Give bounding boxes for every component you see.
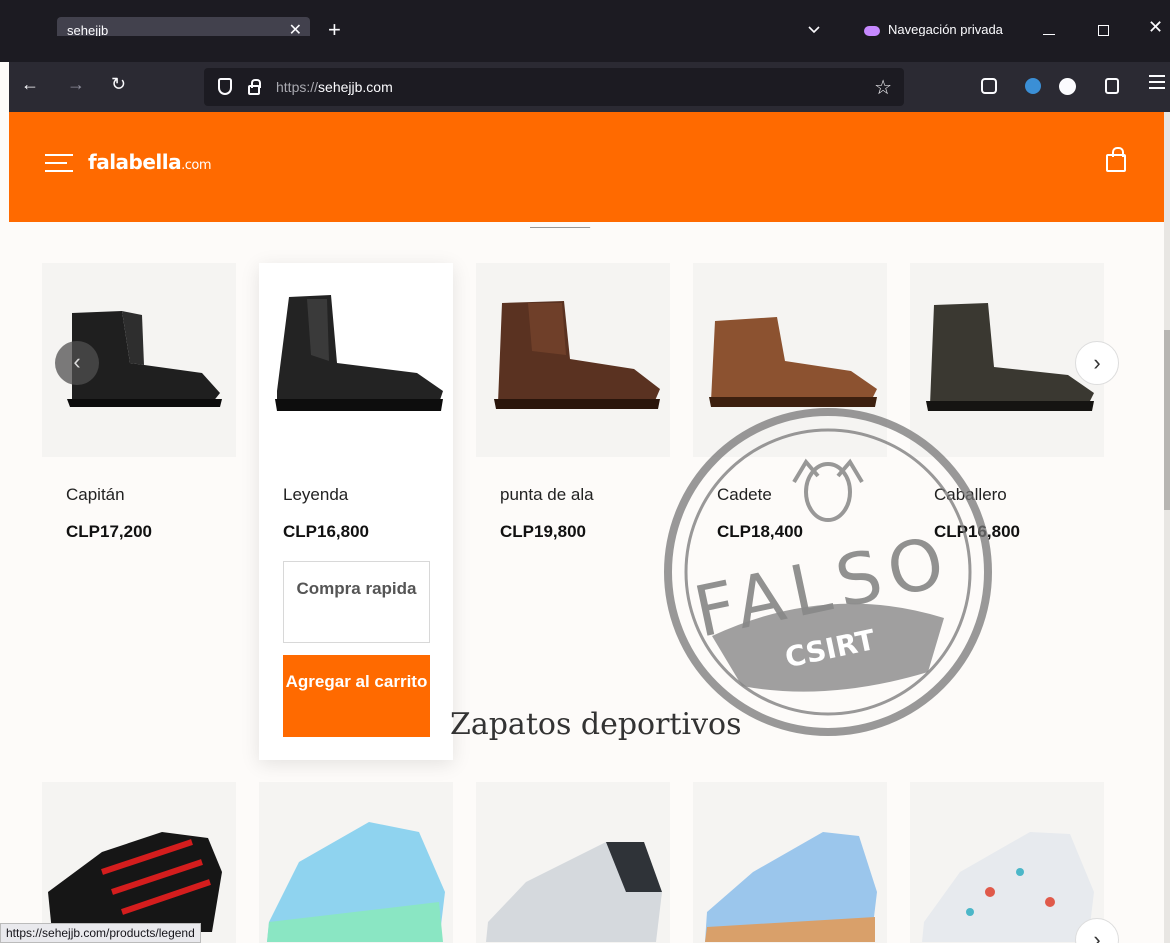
sneaker-image (705, 832, 877, 942)
sneaker-card[interactable] (910, 782, 1104, 943)
product-card-hovered[interactable]: Leyenda CLP16,800 Compra rapida Agregar … (259, 263, 453, 760)
product-price: CLP19,800 (500, 522, 586, 541)
falso-csirt-stamp: FALSO CSIRT (664, 408, 992, 736)
share-icon[interactable] (1105, 78, 1119, 94)
shopping-bag-icon[interactable] (1106, 147, 1126, 172)
browser-navbar: ← → ↻ https://sehejjb.com ☆ (0, 36, 1170, 112)
product-name[interactable]: Leyenda (283, 485, 348, 505)
add-to-cart-button[interactable]: Agregar al carrito (283, 655, 430, 737)
sneaker-card[interactable] (42, 782, 236, 943)
menu-icon[interactable] (1149, 75, 1165, 89)
scrollbar-track[interactable] (1164, 112, 1170, 943)
wingtip-boot-image (494, 301, 660, 409)
reload-icon[interactable]: ↻ (111, 74, 126, 95)
window-close-icon[interactable]: ✕ (1148, 17, 1163, 38)
chelsea-boot-image (275, 295, 443, 411)
product-price: CLP16,800 (283, 522, 369, 541)
sneaker-image (486, 842, 662, 942)
scrollbar-thumb[interactable] (1164, 330, 1170, 510)
tracking-shield-icon[interactable] (218, 78, 232, 95)
section-heading-cut: ▁▁▁ ▁▁▁▁▁ (530, 220, 660, 228)
product-image[interactable] (476, 263, 670, 457)
extension-icon[interactable] (1025, 78, 1041, 94)
site-header: falabella.com (9, 112, 1164, 222)
carousel-prev-button[interactable]: ‹ (55, 341, 99, 385)
quick-buy-button[interactable]: Compra rapida (283, 561, 430, 643)
url-bar[interactable]: https://sehejjb.com ☆ (204, 68, 904, 106)
status-bar-link: https://sehejjb.com/products/legend (0, 923, 201, 943)
private-browsing-icon (864, 26, 880, 36)
window-maximize-icon[interactable] (1098, 25, 1109, 36)
bookmark-star-icon[interactable]: ☆ (874, 75, 892, 100)
sneaker-image (922, 832, 1094, 942)
sneaker-card[interactable] (476, 782, 670, 943)
sneaker-image (267, 822, 445, 942)
product-image[interactable] (259, 263, 453, 457)
forward-arrow-icon[interactable]: → (67, 74, 85, 95)
browser-tabbar: sehejjb ✕ + Navegación privada ✕ (0, 0, 1170, 45)
ip-extension-icon[interactable] (1059, 78, 1076, 95)
private-browsing-label: Navegación privada (888, 22, 1003, 37)
lock-icon[interactable] (248, 79, 261, 95)
url-text[interactable]: https://sehejjb.com (276, 79, 393, 95)
sneaker-card[interactable] (259, 782, 453, 943)
back-arrow-icon[interactable]: ← (21, 74, 39, 95)
site-logo[interactable]: falabella.com (88, 150, 212, 174)
sneaker-image (48, 832, 222, 932)
sneaker-card[interactable] (693, 782, 887, 943)
product-name[interactable]: punta de ala (500, 485, 594, 505)
window-minimize-icon[interactable] (1043, 34, 1055, 35)
pocket-icon[interactable] (981, 78, 997, 94)
product-name[interactable]: Capitán (66, 485, 125, 505)
tabbar-strip (0, 36, 1170, 62)
product-price: CLP17,200 (66, 522, 152, 541)
hamburger-menu-icon[interactable] (45, 154, 73, 174)
carousel-next-button[interactable]: › (1075, 341, 1119, 385)
